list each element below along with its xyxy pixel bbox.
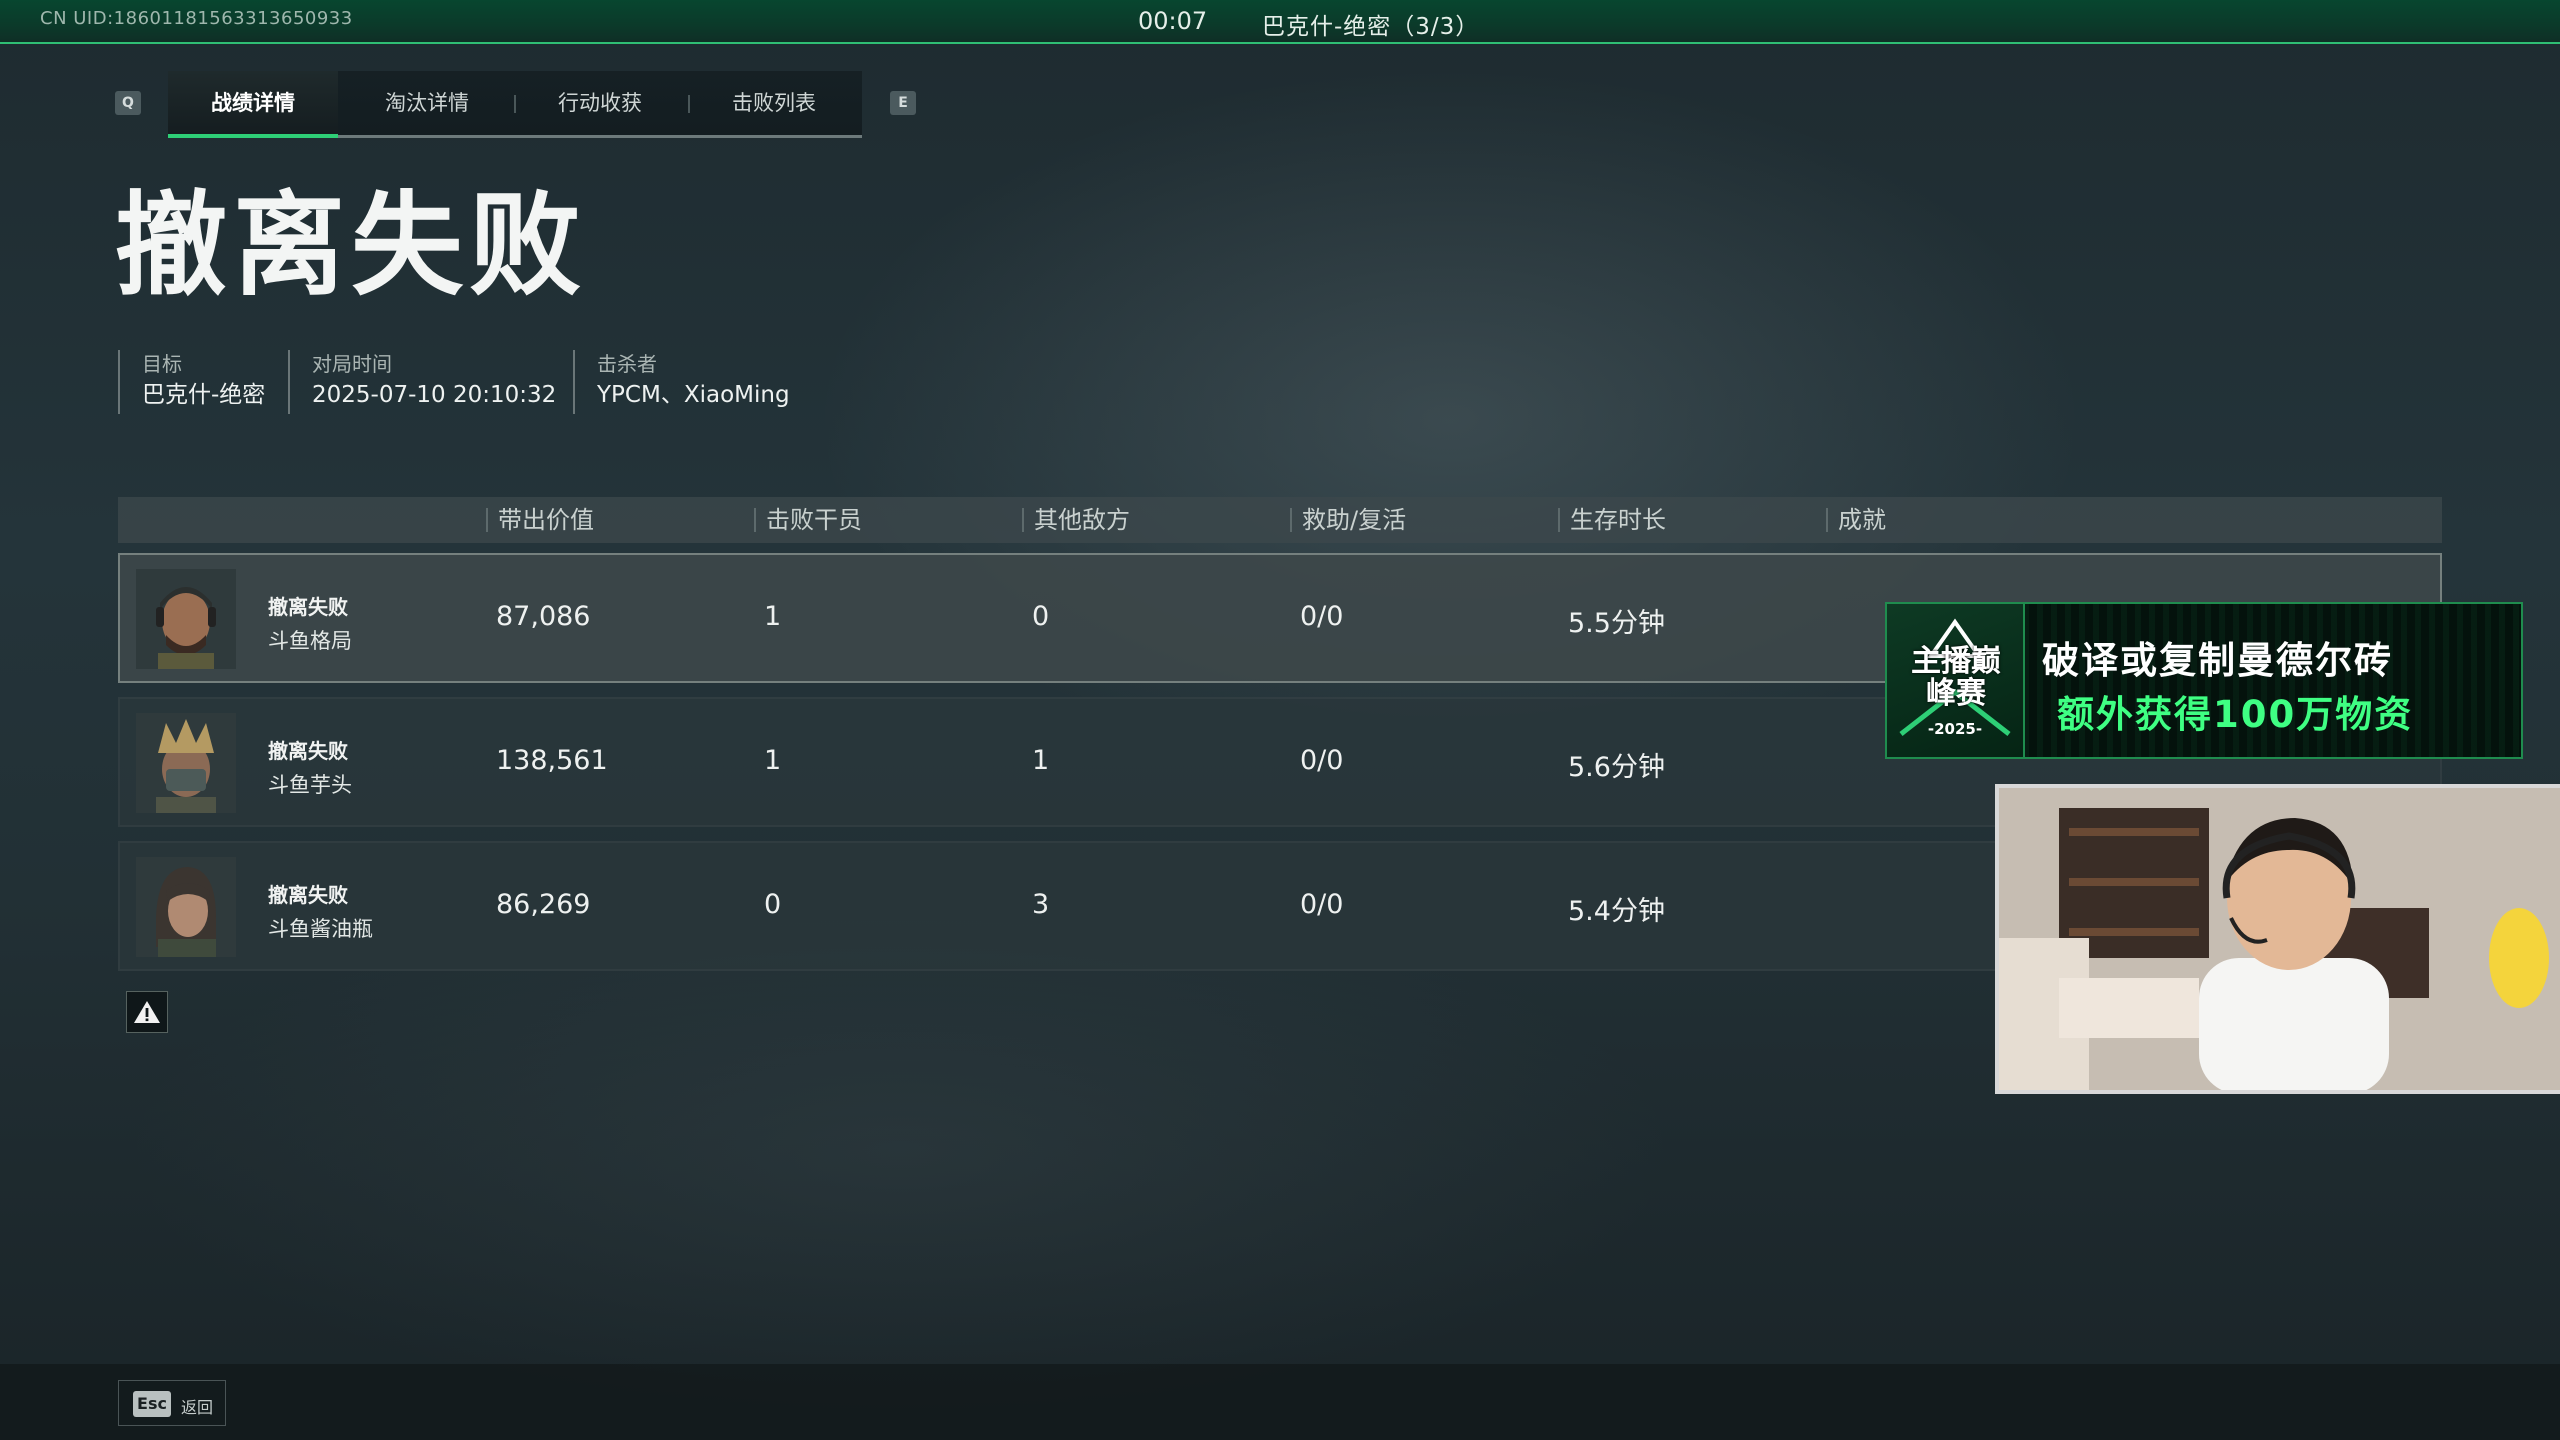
tournament-logo-text: 主播巅峰赛 — [1911, 644, 2001, 711]
col-assist-revive: 救助/复活 — [1290, 508, 1406, 532]
bottom-bar — [0, 1364, 2560, 1440]
top-status-bar: CN UID:186011815633136509​33 00:07 巴克什-绝… — [0, 0, 2560, 44]
info-killer: 击杀者 YPCM、XiaoMing — [573, 350, 790, 414]
tab-battle-details[interactable]: 战绩详情 — [168, 71, 338, 138]
stats-table-header: 带出价值 击败干员 其他敌方 救助/复活 生存时长 成就 — [118, 497, 2442, 543]
back-label: 返回 — [181, 1398, 214, 1417]
tab-elimination-details[interactable]: 淘汰详情 — [342, 71, 512, 135]
back-button[interactable]: Esc 返回 — [118, 1380, 226, 1426]
killer-label: 击杀者 — [597, 352, 657, 376]
col-extract-value: 带出价值 — [486, 508, 594, 532]
target-value: 巴克什-绝密 — [142, 382, 266, 408]
tab-defeat-list[interactable]: 击败列表 — [689, 71, 859, 135]
esc-key-icon: Esc — [133, 1391, 171, 1417]
cell-other-enemies: 1 — [1032, 745, 1050, 776]
match-mode: 巴克什-绝密（3/3） — [1262, 14, 1480, 40]
cell-other-enemies: 0 — [1032, 601, 1050, 632]
cell-survival-time: 5.6分钟 — [1568, 752, 1665, 783]
cell-extract-value: 138,561 — [496, 745, 608, 776]
next-tab-key-hint[interactable]: E — [890, 91, 916, 115]
col-achievements: 成就 — [1826, 508, 1886, 532]
tournament-logo: 主播巅峰赛 -2025- — [1887, 604, 2025, 757]
col-operators-defeated: 击败干员 — [754, 508, 862, 532]
avatar — [136, 569, 236, 669]
player-name: 斗鱼芋头 — [268, 773, 352, 797]
prev-tab-key-hint[interactable]: Q — [115, 91, 141, 115]
match-timer: 00:07 — [1138, 7, 1208, 35]
cell-assist-revive: 0/0 — [1300, 601, 1344, 632]
avatar — [136, 857, 236, 957]
tournament-logo-year: -2025- — [1927, 720, 1983, 738]
cell-assist-revive: 0/0 — [1300, 889, 1344, 920]
cell-assist-revive: 0/0 — [1300, 745, 1344, 776]
col-survival-time: 生存时长 — [1558, 508, 1666, 532]
cell-survival-time: 5.5分钟 — [1568, 608, 1665, 639]
target-label: 目标 — [142, 352, 182, 376]
cell-operators-defeated: 1 — [764, 601, 782, 632]
player-name: 斗鱼格局 — [268, 629, 352, 653]
info-target: 目标 巴克什-绝密 — [118, 350, 265, 414]
tab-action-rewards[interactable]: 行动收获 — [515, 71, 685, 135]
banner-headline: 破译或复制曼德尔砖 — [2042, 639, 2393, 682]
killer-value: YPCM、XiaoMing — [597, 382, 790, 408]
row-status: 撤离失败 — [268, 883, 348, 907]
match-time-label: 对局时间 — [312, 352, 392, 376]
report-button[interactable] — [126, 991, 168, 1033]
info-match-time: 对局时间 2025-07-10 20:10:32 — [288, 350, 556, 414]
row-status: 撤离失败 — [268, 595, 348, 619]
banner-subline: 额外获得100万物资 — [2057, 693, 2414, 736]
streamer-webcam — [1995, 784, 2560, 1094]
cell-operators-defeated: 0 — [764, 889, 782, 920]
row-status: 撤离失败 — [268, 739, 348, 763]
player-uid: CN UID:186011815633136509​33 — [40, 8, 353, 29]
match-time-value: 2025-07-10 20:10:32 — [312, 382, 557, 408]
cell-operators-defeated: 1 — [764, 745, 782, 776]
warning-icon — [134, 1001, 160, 1023]
stream-overlay-banner: 主播巅峰赛 -2025- 破译或复制曼德尔砖 额外获得100万物资 — [1885, 602, 2523, 759]
page-title: 撤离失败 — [115, 181, 587, 311]
player-name: 斗鱼酱油瓶 — [268, 917, 373, 941]
cell-other-enemies: 3 — [1032, 889, 1050, 920]
avatar — [136, 713, 236, 813]
tab-bar: 战绩详情 淘汰详情 行动收获 击败列表 — [168, 71, 862, 138]
cell-extract-value: 86,269 — [496, 889, 591, 920]
cell-survival-time: 5.4分钟 — [1568, 896, 1665, 927]
col-other-enemies: 其他敌方 — [1022, 508, 1130, 532]
cell-extract-value: 87,086 — [496, 601, 591, 632]
